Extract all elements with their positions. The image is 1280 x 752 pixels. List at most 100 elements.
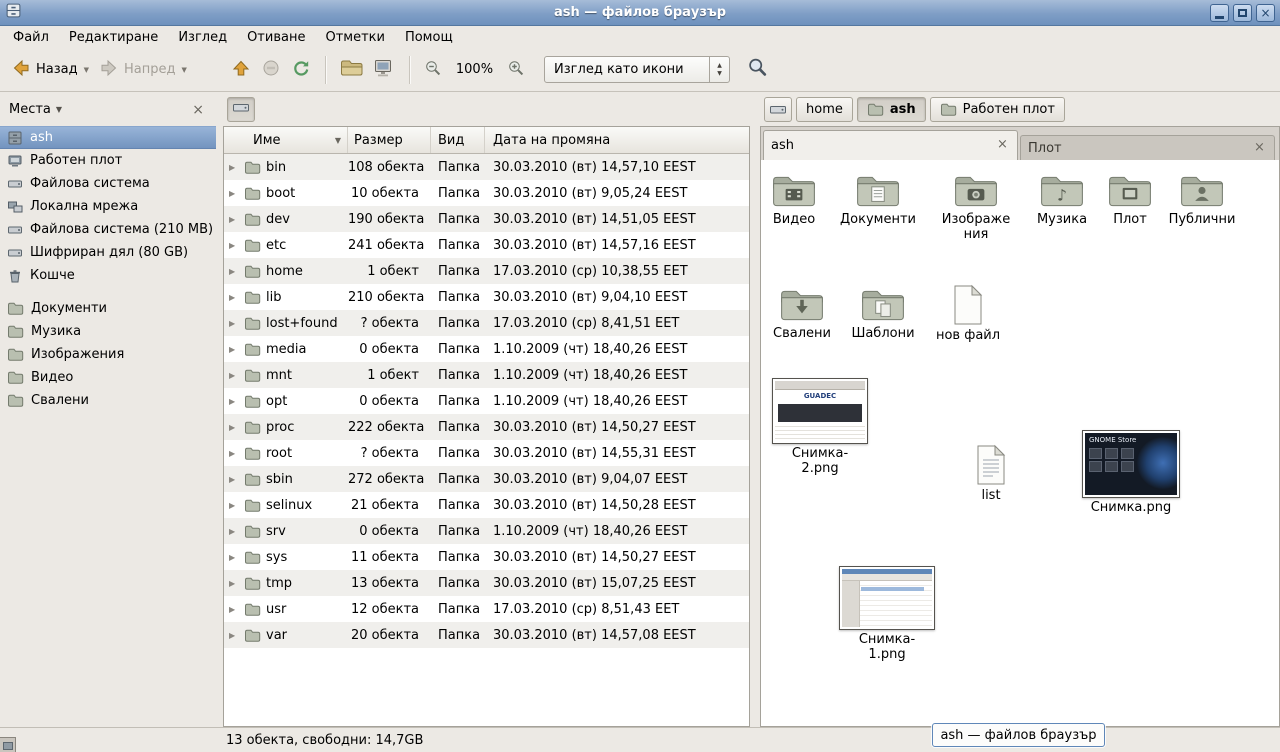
taskbar-window-button[interactable]: ash — файлов браузър bbox=[932, 723, 1105, 747]
sidebar-item-ash[interactable]: ash bbox=[0, 126, 216, 149]
tab-ash[interactable]: ash× bbox=[763, 130, 1018, 160]
tree-row-media[interactable]: ▶media0 обектаПапка1.10.2009 (чт) 18,40,… bbox=[224, 336, 749, 362]
sidebar-item-documents[interactable]: Документи bbox=[0, 297, 216, 320]
places-close-icon[interactable]: × bbox=[189, 102, 207, 118]
tree-row-lost+found[interactable]: ▶lost+found? обектаПапка17.03.2010 (ср) … bbox=[224, 310, 749, 336]
file-documents-folder[interactable]: Документи bbox=[836, 172, 920, 228]
tree-row-selinux[interactable]: ▶selinux21 обектаПапка30.03.2010 (вт) 14… bbox=[224, 492, 749, 518]
tree-row-opt[interactable]: ▶opt0 обектаПапка1.10.2009 (чт) 18,40,26… bbox=[224, 388, 749, 414]
tree-row-tmp[interactable]: ▶tmp13 обектаПапка30.03.2010 (вт) 15,07,… bbox=[224, 570, 749, 596]
view-mode-spinner-icon[interactable]: ▲▼ bbox=[709, 57, 729, 82]
computer-button[interactable] bbox=[368, 54, 400, 86]
column-header-date[interactable]: Дата на промяна bbox=[485, 127, 749, 153]
places-selector-chevron-icon[interactable]: ▼ bbox=[56, 105, 62, 114]
file-pictures-folder[interactable]: Изображения bbox=[934, 172, 1018, 242]
icon-view[interactable]: ВидеоДокументиИзображения♪МузикаПлотПубл… bbox=[760, 160, 1280, 727]
close-button[interactable]: × bbox=[1256, 4, 1275, 22]
expander-icon[interactable]: ▶ bbox=[229, 579, 239, 588]
tree-row-usr[interactable]: ▶usr12 обектаПапка17.03.2010 (ср) 8,51,4… bbox=[224, 596, 749, 622]
expander-icon[interactable]: ▶ bbox=[229, 449, 239, 458]
pane-splitter[interactable] bbox=[216, 93, 223, 727]
path-button-desktop[interactable]: Работен плот bbox=[930, 97, 1065, 122]
up-button[interactable] bbox=[226, 54, 256, 86]
expander-icon[interactable]: ▶ bbox=[229, 501, 239, 510]
minimize-button[interactable] bbox=[1210, 4, 1229, 22]
zoom-out-button[interactable] bbox=[419, 54, 447, 86]
tree-row-sys[interactable]: ▶sys11 обектаПапка30.03.2010 (вт) 14,50,… bbox=[224, 544, 749, 570]
sidebar-item-video[interactable]: Видео bbox=[0, 366, 216, 389]
tree-row-lib[interactable]: ▶lib210 обектаПапка30.03.2010 (вт) 9,04,… bbox=[224, 284, 749, 310]
titlebar[interactable]: ash — файлов браузър × bbox=[0, 0, 1280, 26]
file-downloads-folder[interactable]: Свалени bbox=[760, 286, 844, 342]
sidebar-item-pictures[interactable]: Изображения bbox=[0, 343, 216, 366]
menu-bookmarks[interactable]: Отметки bbox=[315, 28, 394, 47]
file-snimka-png[interactable]: GNOME StoreСнимка.png bbox=[1078, 430, 1184, 516]
sidebar-item-downloads[interactable]: Свалени bbox=[0, 389, 216, 412]
search-button[interactable] bbox=[742, 54, 773, 86]
reload-button[interactable] bbox=[286, 54, 316, 86]
column-header-name[interactable]: Име ▼ bbox=[224, 127, 348, 153]
tab-plot[interactable]: Плот× bbox=[1020, 135, 1275, 160]
back-history-chevron-icon[interactable]: ▼ bbox=[84, 66, 89, 74]
tree-row-root[interactable]: ▶root? обектаПапка30.03.2010 (вт) 14,55,… bbox=[224, 440, 749, 466]
expander-icon[interactable]: ▶ bbox=[229, 189, 239, 198]
tree-row-bin[interactable]: ▶bin108 обектаПапка30.03.2010 (вт) 14,57… bbox=[224, 154, 749, 180]
path-button-home[interactable]: home bbox=[796, 97, 853, 122]
expander-icon[interactable]: ▶ bbox=[229, 475, 239, 484]
panel-corner-button[interactable] bbox=[0, 737, 16, 752]
tree-row-dev[interactable]: ▶dev190 обектаПапка30.03.2010 (вт) 14,51… bbox=[224, 206, 749, 232]
expander-icon[interactable]: ▶ bbox=[229, 527, 239, 536]
expander-icon[interactable]: ▶ bbox=[229, 553, 239, 562]
expander-icon[interactable]: ▶ bbox=[229, 631, 239, 640]
tree-row-srv[interactable]: ▶srv0 обектаПапка1.10.2009 (чт) 18,40,26… bbox=[224, 518, 749, 544]
file-snimka-2-png[interactable]: GUADECСнимка-2.png bbox=[770, 378, 870, 476]
file-snimka-1-png[interactable]: Снимка-1.png bbox=[837, 566, 937, 662]
menu-view[interactable]: Изглед bbox=[168, 28, 237, 47]
back-button[interactable]: Назад ▼ bbox=[6, 54, 94, 86]
pane-splitter[interactable] bbox=[750, 93, 760, 727]
expander-icon[interactable]: ▶ bbox=[229, 241, 239, 250]
expander-icon[interactable]: ▶ bbox=[229, 371, 239, 380]
home-button[interactable] bbox=[335, 54, 368, 86]
column-header-size[interactable]: Размер bbox=[348, 127, 431, 153]
expander-icon[interactable]: ▶ bbox=[229, 423, 239, 432]
sidebar-item-filesystem[interactable]: Файлова система bbox=[0, 172, 216, 195]
tree-row-home[interactable]: ▶home1 обектПапка17.03.2010 (ср) 10,38,5… bbox=[224, 258, 749, 284]
tree-row-sbin[interactable]: ▶sbin272 обектаПапка30.03.2010 (вт) 9,04… bbox=[224, 466, 749, 492]
stop-button[interactable] bbox=[256, 54, 286, 86]
column-header-type[interactable]: Вид bbox=[431, 127, 485, 153]
expander-icon[interactable]: ▶ bbox=[229, 215, 239, 224]
sidebar-item-filesystem-210mb[interactable]: Файлова система (210 MB) bbox=[0, 218, 216, 241]
tree-row-var[interactable]: ▶var20 обектаПапка30.03.2010 (вт) 14,57,… bbox=[224, 622, 749, 648]
tree-row-etc[interactable]: ▶etc241 обектаПапка30.03.2010 (вт) 14,57… bbox=[224, 232, 749, 258]
forward-button[interactable]: Напред ▼ bbox=[94, 54, 192, 86]
tab-close-icon[interactable]: × bbox=[995, 138, 1010, 153]
expander-icon[interactable]: ▶ bbox=[229, 267, 239, 276]
path-button-ash[interactable]: ash bbox=[857, 97, 926, 122]
tree-row-proc[interactable]: ▶proc222 обектаПапка30.03.2010 (вт) 14,5… bbox=[224, 414, 749, 440]
maximize-button[interactable] bbox=[1233, 4, 1252, 22]
expander-icon[interactable]: ▶ bbox=[229, 319, 239, 328]
tab-close-icon[interactable]: × bbox=[1252, 141, 1267, 156]
file-templates-folder[interactable]: Шаблони bbox=[841, 286, 925, 342]
file-video-folder[interactable]: Видео bbox=[760, 172, 836, 228]
zoom-in-button[interactable] bbox=[502, 54, 530, 86]
file-new-file[interactable]: нов файл bbox=[926, 284, 1010, 344]
expander-icon[interactable]: ▶ bbox=[229, 345, 239, 354]
expander-icon[interactable]: ▶ bbox=[229, 605, 239, 614]
sidebar-item-trash[interactable]: Кошче bbox=[0, 264, 216, 287]
path-button-filesystem-root[interactable] bbox=[227, 97, 255, 122]
menu-help[interactable]: Помощ bbox=[395, 28, 463, 47]
view-mode-select[interactable]: Изглед като икони ▲▼ bbox=[544, 56, 730, 83]
file-list[interactable]: list bbox=[949, 444, 1033, 504]
tree-row-boot[interactable]: ▶boot10 обектаПапка30.03.2010 (вт) 9,05,… bbox=[224, 180, 749, 206]
menu-file[interactable]: Файл bbox=[3, 28, 59, 47]
file-public-folder[interactable]: Публични bbox=[1160, 172, 1244, 228]
tree-row-mnt[interactable]: ▶mnt1 обектПапка1.10.2009 (чт) 18,40,26 … bbox=[224, 362, 749, 388]
menu-edit[interactable]: Редактиране bbox=[59, 28, 168, 47]
expander-icon[interactable]: ▶ bbox=[229, 397, 239, 406]
expander-icon[interactable]: ▶ bbox=[229, 163, 239, 172]
sidebar-item-music[interactable]: Музика bbox=[0, 320, 216, 343]
path-button-root[interactable] bbox=[764, 97, 792, 122]
expander-icon[interactable]: ▶ bbox=[229, 293, 239, 302]
